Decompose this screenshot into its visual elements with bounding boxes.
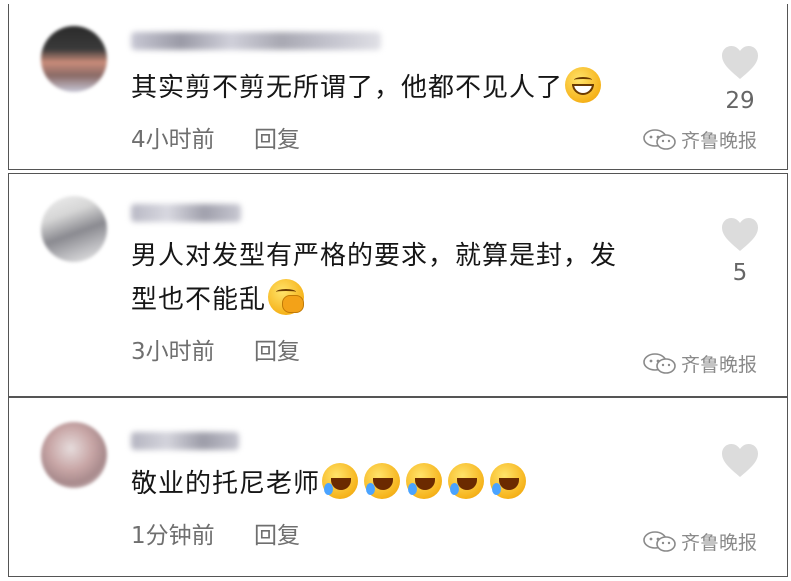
rolling-laugh-emoji-icon — [490, 463, 527, 499]
watermark-text: 齐鲁晚报 — [680, 130, 757, 152]
watermark-text: 齐鲁晚报 — [680, 532, 757, 554]
comment-meta: 3小时前 回复 — [131, 332, 300, 366]
like-count: 5 — [732, 260, 748, 286]
comment-text-line-1: 男人对发型有严格的要求，就算是封，发 — [131, 241, 618, 271]
like-count: 29 — [725, 88, 755, 114]
comment-text-content: 其实剪不剪无所谓了，他都不见人了 — [131, 73, 564, 103]
comment-text: 其实剪不剪无所谓了，他都不见人了 — [131, 66, 602, 110]
like-button[interactable] — [715, 444, 765, 486]
heart-icon[interactable] — [722, 444, 758, 478]
reply-button[interactable]: 回复 — [254, 523, 300, 549]
watermark-text: 齐鲁晚报 — [680, 354, 757, 376]
comment-card-1: 其实剪不剪无所谓了，他都不见人了 4小时前 回复 29 齐鲁晚报 — [8, 4, 788, 170]
wechat-icon — [643, 128, 676, 150]
wechat-icon — [643, 352, 676, 374]
rolling-laugh-emoji-icon — [448, 463, 485, 499]
username-blurred[interactable] — [131, 204, 241, 222]
comment-meta: 4小时前 回复 — [131, 120, 300, 154]
wechat-icon — [643, 530, 676, 552]
like-button[interactable]: 29 — [715, 46, 765, 114]
timestamp: 1分钟前 — [131, 523, 215, 549]
username-blurred[interactable] — [131, 32, 381, 50]
avatar[interactable] — [41, 26, 107, 92]
comment-card-2: 男人对发型有严格的要求，就算是封，发 型也不能乱 3小时前 回复 5 齐鲁晚报 — [8, 173, 788, 397]
comment-text-line-2: 型也不能乱 — [131, 285, 267, 315]
heart-icon[interactable] — [722, 46, 758, 80]
username-blurred[interactable] — [131, 432, 239, 450]
watermark: 齐鲁晚报 — [643, 528, 757, 555]
like-button[interactable]: 5 — [715, 218, 765, 286]
avatar[interactable] — [41, 196, 107, 262]
watermark: 齐鲁晚报 — [643, 350, 757, 377]
comment-meta: 1分钟前 回复 — [131, 516, 300, 550]
comment-text: 敬业的托尼老师 — [131, 462, 527, 506]
rolling-laugh-emoji-icon — [406, 463, 443, 499]
comment-text-content: 敬业的托尼老师 — [131, 469, 321, 499]
heart-icon[interactable] — [722, 218, 758, 252]
rolling-laugh-emoji-icon — [364, 463, 401, 499]
rolling-laugh-emoji-icon — [322, 463, 359, 499]
timestamp: 3小时前 — [131, 339, 215, 365]
comment-text: 男人对发型有严格的要求，就算是封，发 型也不能乱 — [131, 234, 691, 322]
grin-emoji-icon — [565, 67, 602, 103]
watermark: 齐鲁晚报 — [643, 126, 757, 153]
timestamp: 4小时前 — [131, 127, 215, 153]
hand-over-mouth-emoji-icon — [268, 279, 305, 315]
reply-button[interactable]: 回复 — [254, 127, 300, 153]
comment-card-3: 敬业的托尼老师 1分钟前 回复 齐鲁晚报 — [8, 397, 788, 577]
avatar[interactable] — [41, 422, 107, 488]
reply-button[interactable]: 回复 — [254, 339, 300, 365]
